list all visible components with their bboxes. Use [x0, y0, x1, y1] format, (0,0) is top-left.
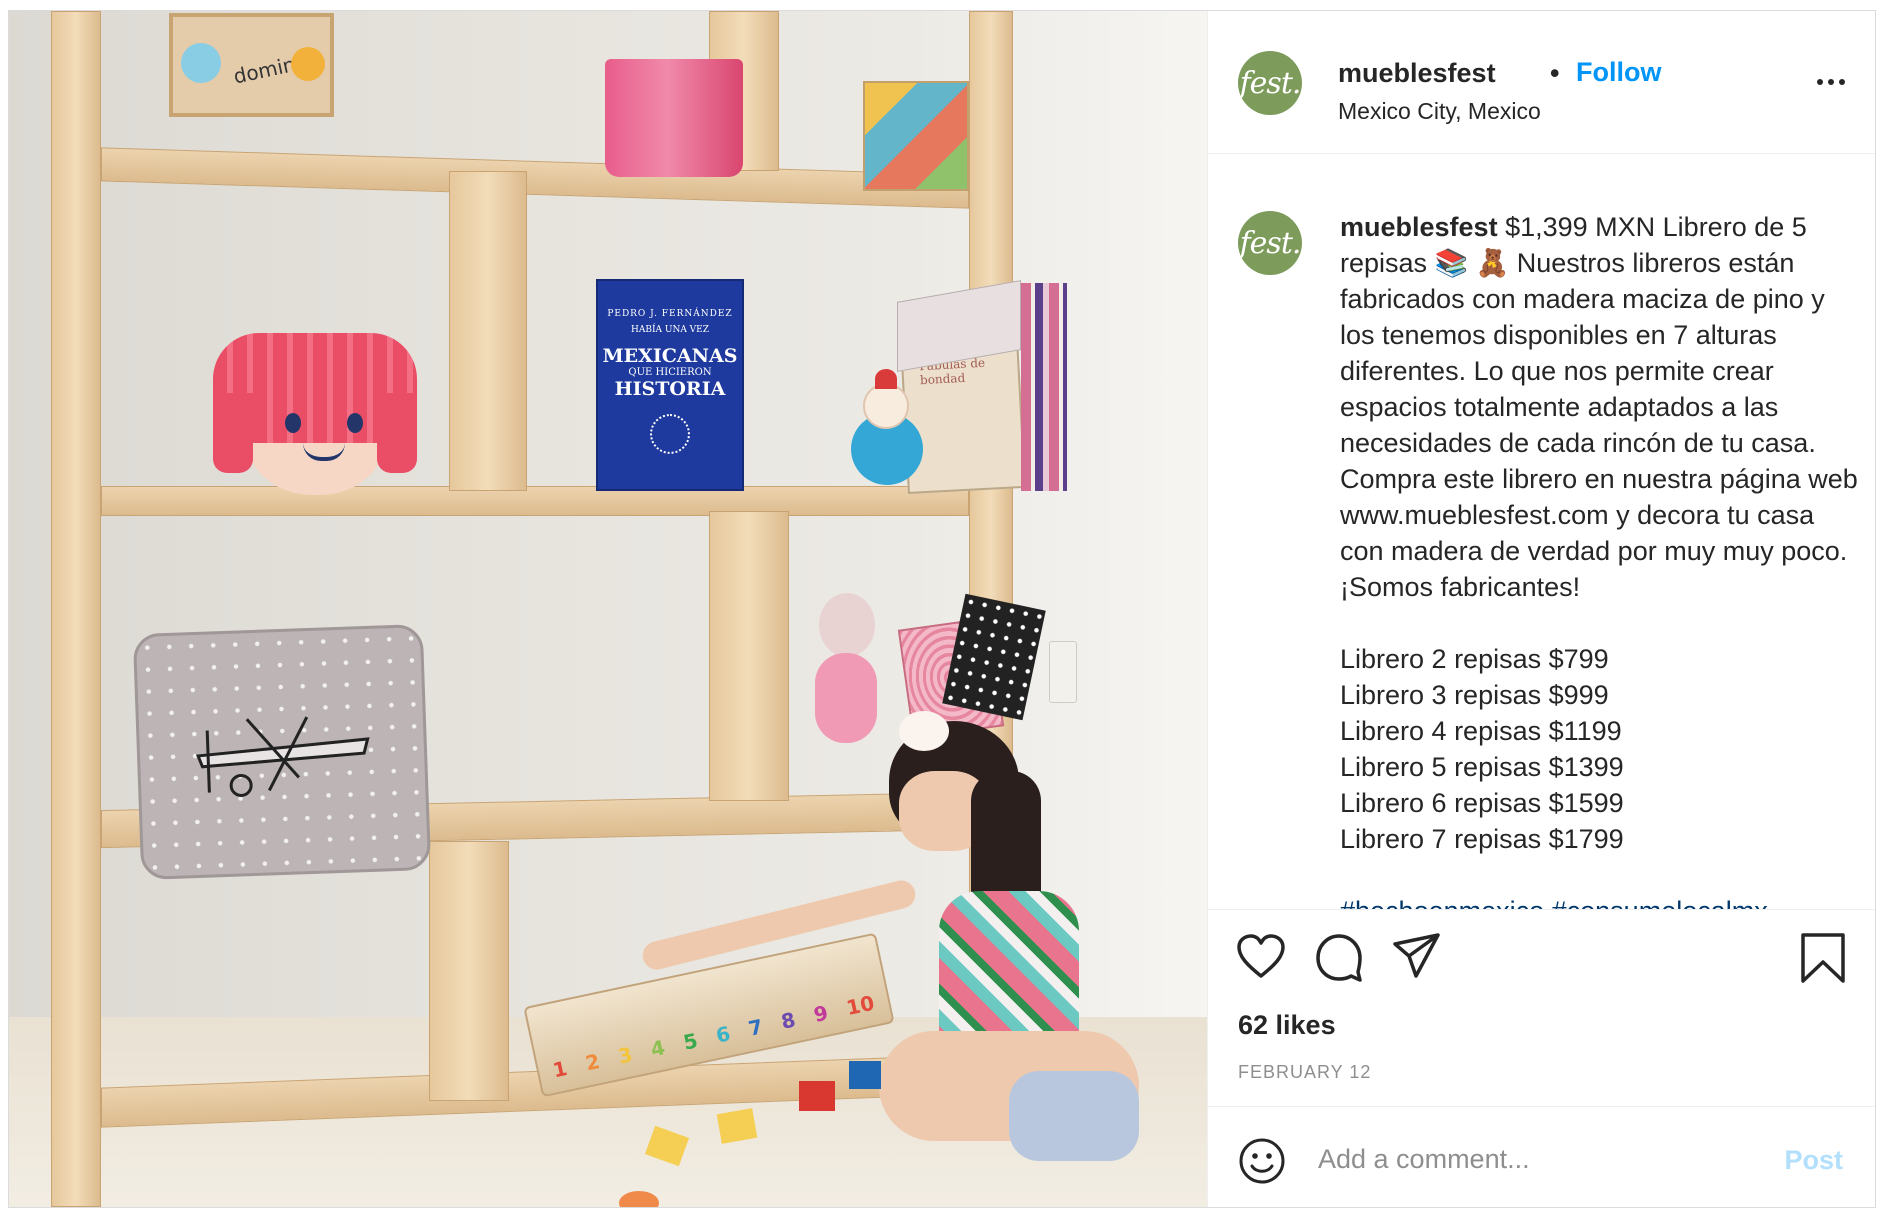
notebook-black	[942, 593, 1046, 721]
book-title2: HISTORIA	[614, 378, 726, 400]
plush-elephant	[809, 593, 889, 763]
emoji-icon[interactable]	[1238, 1137, 1286, 1185]
counting-number: 6	[713, 1021, 733, 1048]
post-photo[interactable]: domino PEDRO J. FERNÁNDEZ HABÍA UNA VEZ …	[9, 11, 1207, 1207]
share-icon[interactable]	[1392, 932, 1442, 980]
header-username[interactable]: mueblesfest	[1338, 58, 1496, 89]
wall-socket	[1049, 641, 1077, 703]
bookmark-icon[interactable]	[1800, 932, 1846, 984]
book-mexicanas: PEDRO J. FERNÁNDEZ HABÍA UNA VEZ MEXICAN…	[596, 279, 744, 491]
child-playing	[639, 711, 1207, 1207]
more-icon[interactable]	[1817, 79, 1845, 85]
caption: mueblesfest $1,399 MXN Librero de 5 repi…	[1340, 209, 1860, 909]
roly-poly-toy	[845, 369, 927, 485]
location-link[interactable]: Mexico City, Mexico	[1338, 98, 1541, 125]
book-subtitle: QUE HICIERON	[628, 367, 712, 378]
counting-number: 1	[550, 1055, 570, 1083]
book-kicker: HABÍA UNA VEZ	[630, 325, 710, 335]
shelf-board-1	[101, 147, 969, 209]
airplane-illustration	[195, 716, 370, 797]
book-title: MEXICANAS	[602, 345, 738, 367]
pink-bucket	[605, 59, 743, 177]
domino-box: domino	[169, 13, 334, 117]
post-actions: 62 likes FEBRUARY 12 Post	[1208, 909, 1875, 1209]
comment-bar: Post	[1208, 1106, 1875, 1210]
hashtags[interactable]: #hechoenmexico #consumelocalmx	[1340, 893, 1860, 909]
post-header: fest. mueblesfest • Follow Mexico City, …	[1208, 11, 1875, 154]
post-comment-button[interactable]: Post	[1784, 1145, 1843, 1176]
counting-number: 4	[648, 1035, 668, 1062]
book-author: PEDRO J. FERNÁNDEZ	[607, 309, 733, 319]
toy-suitcase	[132, 624, 432, 880]
counting-number: 3	[615, 1042, 635, 1069]
price-list: Librero 2 repisas $799 Librero 3 repisas…	[1340, 641, 1860, 857]
caption-avatar[interactable]: fest.	[1238, 211, 1302, 275]
comment-icon[interactable]	[1314, 932, 1364, 982]
face-flower-pot	[213, 333, 417, 498]
follow-button[interactable]: Follow	[1576, 57, 1661, 88]
shelf-divider-1	[449, 171, 527, 491]
picture-cubes	[863, 81, 969, 191]
price-line: Librero 4 repisas $1199	[1340, 716, 1622, 746]
caption-text: $1,399 MXN Librero de 5 repisas 📚 🧸 Nues…	[1340, 212, 1858, 602]
shelf-left-post	[51, 11, 101, 1207]
post-sidebar: fest. mueblesfest • Follow Mexico City, …	[1207, 11, 1875, 1207]
comment-input[interactable]	[1318, 1137, 1758, 1181]
counting-number: 2	[583, 1049, 602, 1076]
heart-icon[interactable]	[1236, 934, 1286, 980]
book-stack-spines	[1021, 283, 1067, 491]
price-line: Librero 2 repisas $799	[1340, 644, 1609, 674]
counting-number: 9	[811, 1000, 831, 1027]
header-separator: •	[1550, 58, 1560, 88]
likes-count[interactable]: 62 likes	[1238, 1010, 1336, 1041]
toy-shapes	[619, 1061, 899, 1207]
caption-username[interactable]: mueblesfest	[1340, 212, 1498, 242]
counting-number: 7	[746, 1014, 765, 1041]
post-card: domino PEDRO J. FERNÁNDEZ HABÍA UNA VEZ …	[8, 10, 1876, 1208]
post-date: FEBRUARY 12	[1238, 1062, 1372, 1082]
shelf-divider-4	[429, 841, 509, 1101]
price-line: Librero 6 repisas $1599	[1340, 788, 1624, 818]
price-line: Librero 3 repisas $999	[1340, 680, 1609, 710]
price-line: Librero 7 repisas $1799	[1340, 824, 1624, 854]
caption-avatar-logo-text: fest.	[1239, 225, 1302, 261]
shelf-divider-3	[709, 511, 789, 801]
counting-number: 5	[681, 1028, 700, 1055]
comments-scroll-area[interactable]: fest. mueblesfest $1,399 MXN Librero de …	[1208, 155, 1875, 909]
counting-number: 10	[844, 990, 877, 1020]
avatar[interactable]: fest.	[1238, 51, 1302, 115]
counting-number: 8	[778, 1007, 798, 1034]
price-line: Librero 5 repisas $1399	[1340, 752, 1624, 782]
avatar-logo-text: fest.	[1239, 65, 1302, 101]
